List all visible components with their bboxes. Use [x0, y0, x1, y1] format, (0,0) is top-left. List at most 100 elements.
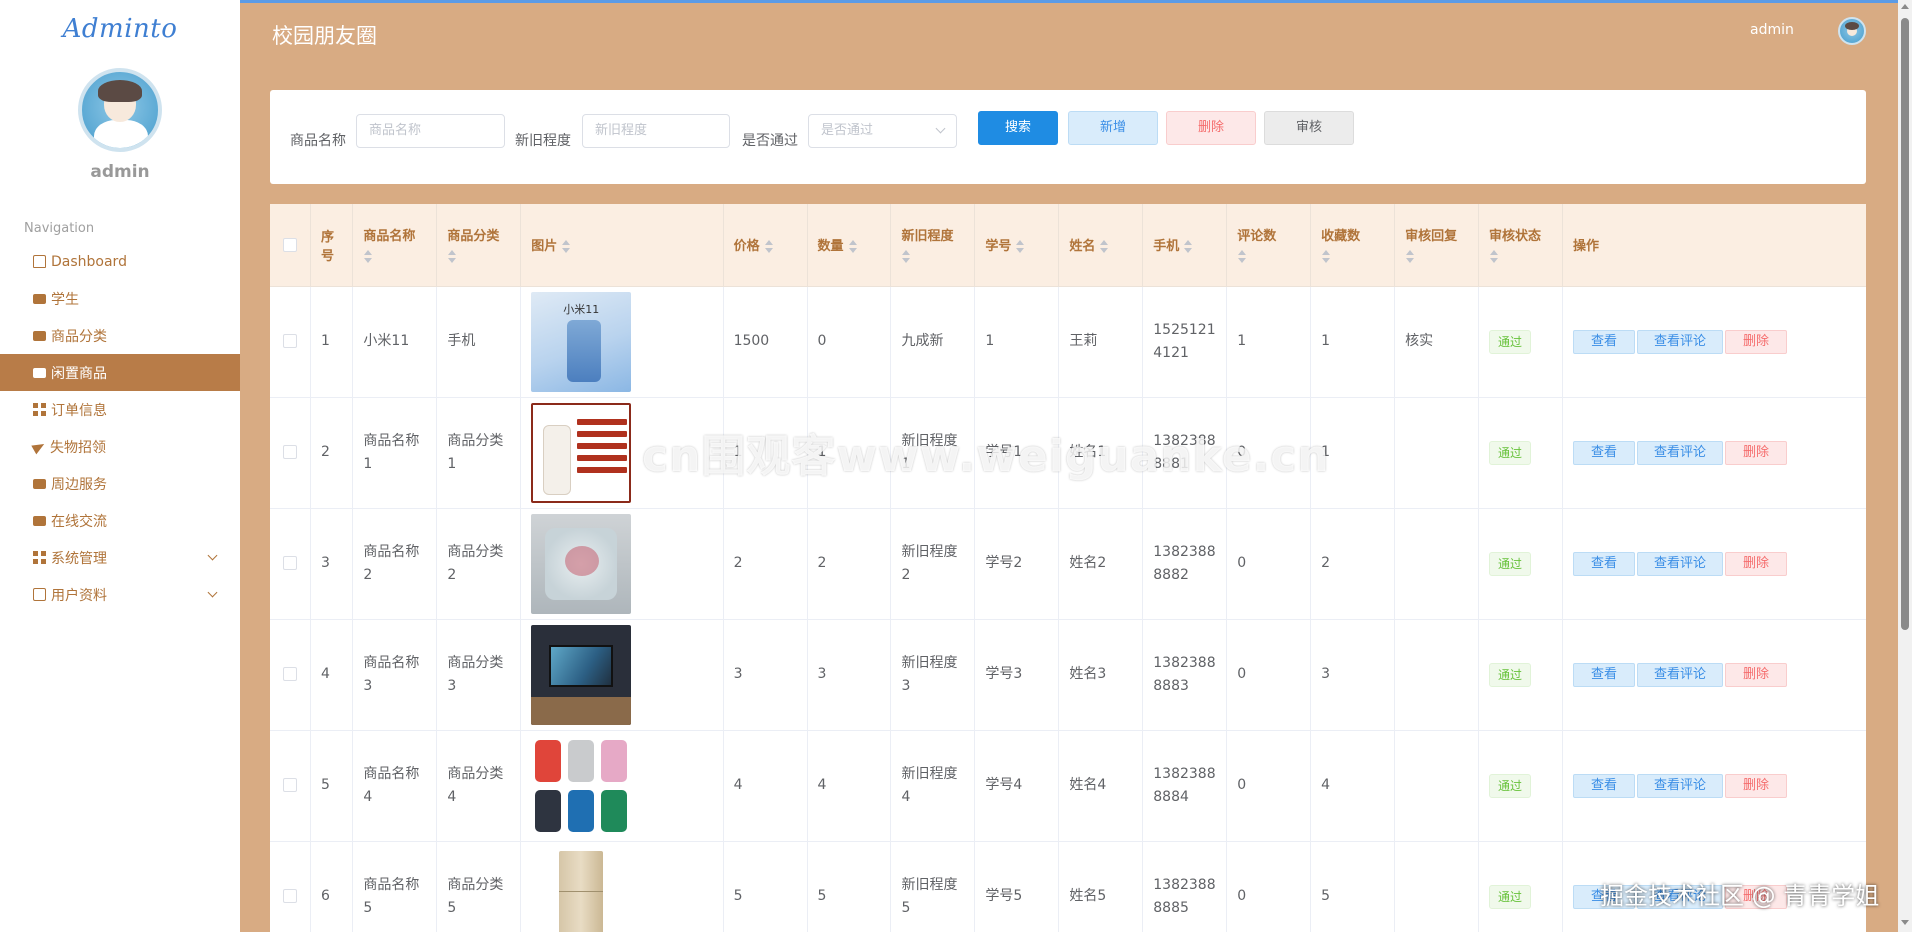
view-comments-button[interactable]: 查看评论 [1636, 662, 1723, 687]
scroll-up-arrow-icon[interactable] [1901, 4, 1909, 9]
column-header[interactable]: 姓名 [1058, 204, 1144, 287]
view-comments-button[interactable]: 查看评论 [1636, 551, 1723, 576]
row-checkbox[interactable] [282, 889, 297, 903]
sort-caret-icon[interactable] [764, 239, 774, 254]
product-image[interactable] [531, 735, 632, 836]
row-checkbox[interactable] [282, 556, 297, 570]
row-delete-button[interactable]: 删除 [1724, 884, 1787, 909]
row-delete-button[interactable]: 删除 [1724, 773, 1787, 798]
product-image[interactable] [531, 513, 632, 614]
user-avatar[interactable] [78, 68, 162, 152]
select-all-checkbox[interactable] [282, 237, 297, 252]
table-row[interactable]: 4 商品名称3 商品分类3 3 3 新旧程度3 学号3 姓名3 13823888883 0 3 通过查… [270, 619, 1866, 731]
column-header[interactable]: 数量 [807, 204, 892, 287]
table-row[interactable]: 3 商品名称2 商品分类2 2 2 新旧程度2 学号2 姓名2 13823888882 0 2 通过查… [270, 508, 1866, 620]
table-row[interactable]: 5 商品名称4 商品分类4 4 4 新旧程度4 学号4 姓名4 13823888884 0 4 通过查… [270, 730, 1866, 842]
cell-qty: 2 [807, 508, 892, 620]
app-logo[interactable]: Adminto [0, 14, 240, 44]
cell-reply [1394, 397, 1480, 509]
column-header[interactable]: 学号 [974, 204, 1060, 287]
sort-caret-icon[interactable] [1405, 250, 1415, 264]
cell-reply: 核实 [1394, 286, 1480, 398]
sidebar-item-0[interactable]: Dashboard [0, 243, 240, 280]
product-image[interactable] [531, 402, 632, 503]
add-button[interactable]: 新增 [1068, 111, 1158, 145]
sort-caret-icon[interactable] [1015, 239, 1025, 254]
view-comments-button[interactable]: 查看评论 [1636, 440, 1723, 465]
sort-caret-icon[interactable] [1183, 239, 1193, 254]
sidebar-item-3[interactable]: 闲置商品 [0, 354, 240, 391]
cell-category: 商品分类2 [436, 508, 522, 620]
product-image[interactable]: 小米11 [531, 291, 632, 392]
sort-caret-icon[interactable] [848, 239, 858, 254]
column-header[interactable]: 图片 [520, 204, 724, 287]
view-button[interactable]: 查看 [1572, 551, 1635, 576]
header-username[interactable]: admin [1750, 22, 1794, 38]
page-scrollbar[interactable] [1898, 0, 1912, 932]
scrollbar-thumb[interactable] [1901, 18, 1909, 630]
view-comments-button[interactable]: 查看评论 [1636, 329, 1723, 354]
sort-caret-icon[interactable] [363, 250, 373, 264]
column-header: 操作 [1562, 204, 1866, 287]
row-checkbox[interactable] [282, 667, 297, 681]
sort-caret-icon[interactable] [1237, 250, 1247, 264]
row-checkbox[interactable] [282, 334, 297, 348]
condition-input[interactable]: 新旧程度 [582, 114, 730, 148]
audit-button[interactable]: 审核 [1264, 111, 1354, 145]
sort-caret-icon[interactable] [447, 250, 457, 264]
sidebar-item-6[interactable]: 周边服务 [0, 465, 240, 502]
table-row[interactable]: 1 小米11 手机 小米11 1500 0 九成新 1 王莉 15251214121 1 1 核实 通过查… [270, 286, 1866, 398]
sort-caret-icon[interactable] [1099, 239, 1109, 254]
sidebar-item-9[interactable]: 用户资料 [0, 576, 240, 613]
search-button[interactable]: 搜索 [978, 111, 1058, 145]
cell-no: 4 [310, 619, 354, 731]
sort-caret-icon[interactable] [561, 239, 571, 254]
column-header[interactable]: 价格 [723, 204, 808, 287]
row-delete-button[interactable]: 删除 [1724, 662, 1787, 687]
header-avatar[interactable] [1838, 17, 1866, 45]
row-delete-button[interactable]: 删除 [1724, 551, 1787, 576]
view-comments-button[interactable]: 查看评论 [1636, 884, 1723, 909]
sidebar-item-7[interactable]: 在线交流 [0, 502, 240, 539]
row-checkbox[interactable] [282, 445, 297, 459]
pass-label: 是否通过 [742, 133, 798, 149]
view-button[interactable]: 查看 [1572, 329, 1635, 354]
cell-qty: 5 [807, 841, 892, 932]
name-label: 商品名称 [290, 133, 346, 149]
view-button[interactable]: 查看 [1572, 662, 1635, 687]
sidebar-item-4[interactable]: 订单信息 [0, 391, 240, 428]
column-header[interactable]: 审核状态 [1478, 204, 1563, 287]
column-header[interactable]: 商品名称 [352, 204, 438, 287]
product-image[interactable] [531, 846, 632, 932]
status-badge: 通过 [1489, 440, 1532, 465]
delete-button[interactable]: 删除 [1166, 111, 1256, 145]
table-row[interactable]: 6 商品名称5 商品分类5 5 5 新旧程度5 学号5 姓名5 13823888885 0 5 通过查… [270, 841, 1866, 932]
scroll-down-arrow-icon[interactable] [1901, 920, 1909, 925]
product-image[interactable] [531, 624, 632, 725]
view-button[interactable]: 查看 [1572, 440, 1635, 465]
row-delete-button[interactable]: 删除 [1724, 440, 1787, 465]
view-button[interactable]: 查看 [1572, 773, 1635, 798]
sidebar-item-1[interactable]: 学生 [0, 280, 240, 317]
name-input[interactable]: 商品名称 [356, 114, 505, 148]
sort-caret-icon[interactable] [901, 250, 911, 264]
row-delete-button[interactable]: 删除 [1724, 329, 1787, 354]
row-checkbox[interactable] [282, 778, 297, 792]
column-header[interactable]: 收藏数 [1310, 204, 1396, 287]
column-header[interactable]: 手机 [1142, 204, 1228, 287]
column-header[interactable]: 商品分类 [436, 204, 522, 287]
column-header[interactable]: 审核回复 [1394, 204, 1480, 287]
status-cell: 通过 [1478, 841, 1563, 932]
sort-caret-icon[interactable] [1489, 250, 1499, 264]
sort-caret-icon[interactable] [1321, 250, 1331, 264]
sidebar-item-8[interactable]: 系统管理 [0, 539, 240, 576]
phone-image-text: 小米11 [563, 302, 600, 316]
sidebar-item-2[interactable]: 商品分类 [0, 317, 240, 354]
view-button[interactable]: 查看 [1572, 884, 1635, 909]
column-header[interactable]: 新旧程度 [890, 204, 976, 287]
pass-select[interactable]: 是否通过 [808, 114, 957, 148]
table-row[interactable]: 2 商品名称1 商品分类1 1 1 新旧程度1 学号1 姓名1 13823888881 0 1 通过查… [270, 397, 1866, 509]
column-header[interactable]: 评论数 [1226, 204, 1312, 287]
view-comments-button[interactable]: 查看评论 [1636, 773, 1723, 798]
sidebar-item-5[interactable]: 失物招领 [0, 428, 240, 465]
